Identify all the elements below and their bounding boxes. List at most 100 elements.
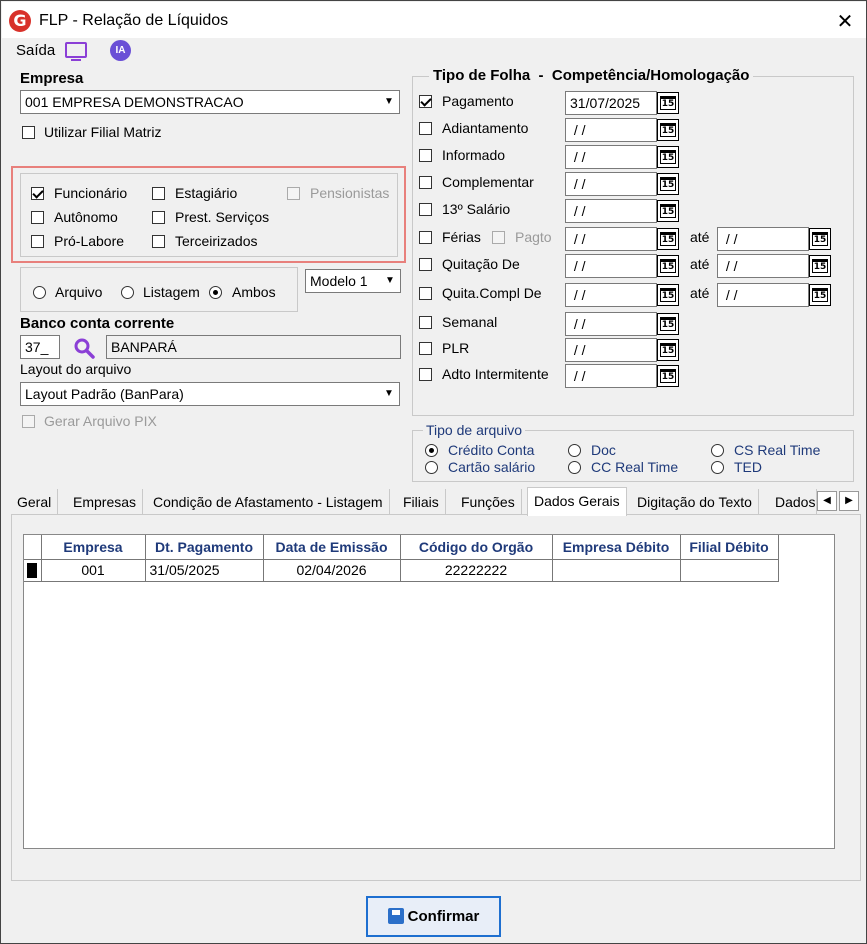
calendar-icon[interactable]: 15 bbox=[657, 339, 679, 361]
arquivo-radio[interactable] bbox=[33, 286, 46, 299]
folha-checkbox[interactable] bbox=[419, 316, 432, 329]
confirmar-button[interactable]: Confirmar bbox=[366, 896, 501, 937]
saida-label[interactable]: Saída bbox=[16, 42, 55, 59]
calendar-icon[interactable]: 15 bbox=[657, 92, 679, 114]
folha-checkbox[interactable] bbox=[419, 287, 432, 300]
tab-dados[interactable]: Dados bbox=[769, 489, 817, 515]
close-button[interactable]: ✕ bbox=[832, 8, 858, 34]
cell-filial-debito[interactable] bbox=[680, 559, 779, 582]
cs-real-time-radio[interactable] bbox=[711, 444, 724, 457]
cell-empresa[interactable]: 001 bbox=[41, 559, 146, 582]
cell-codigo-orgao[interactable]: 22222222 bbox=[400, 559, 553, 582]
cc-real-time-radio[interactable] bbox=[568, 461, 581, 474]
calendar-icon[interactable]: 15 bbox=[809, 284, 831, 306]
calendar-day: 15 bbox=[660, 177, 676, 191]
calendar-icon[interactable]: 15 bbox=[657, 313, 679, 335]
prest-servicos-checkbox[interactable] bbox=[152, 211, 165, 224]
folha-date-input[interactable]: / / bbox=[565, 145, 657, 169]
cartao-salario-radio[interactable] bbox=[425, 461, 438, 474]
folha-checkbox[interactable] bbox=[419, 95, 432, 108]
tab-empresas[interactable]: Empresas bbox=[67, 489, 144, 515]
calendar-icon[interactable]: 15 bbox=[657, 255, 679, 277]
search-icon[interactable] bbox=[73, 337, 95, 359]
col-empresa-debito[interactable]: Empresa Débito bbox=[552, 535, 681, 560]
autonomo-checkbox[interactable] bbox=[31, 211, 44, 224]
pagto-checkbox[interactable] bbox=[492, 231, 505, 244]
tab-filiais[interactable]: Filiais bbox=[397, 489, 446, 515]
folha-checkbox[interactable] bbox=[419, 122, 432, 135]
terceirizados-checkbox[interactable] bbox=[152, 235, 165, 248]
calendar-day: 15 bbox=[660, 259, 676, 273]
layout-select[interactable]: Layout Padrão (BanPara) ▼ bbox=[20, 382, 400, 406]
folha-date-input[interactable]: / / bbox=[565, 254, 657, 278]
modelo-select[interactable]: Modelo 1 ▼ bbox=[305, 269, 401, 293]
folha-date-input[interactable]: / / bbox=[565, 283, 657, 307]
listagem-label: Listagem bbox=[143, 284, 200, 300]
folha-date-input[interactable]: / / bbox=[565, 227, 657, 251]
folha-date-input[interactable]: 31/07/2025 bbox=[565, 91, 657, 115]
tab-dados-gerais[interactable]: Dados Gerais bbox=[527, 487, 627, 516]
calendar-icon[interactable]: 15 bbox=[657, 284, 679, 306]
folha-checkbox[interactable] bbox=[419, 149, 432, 162]
folha-date-input[interactable]: / / bbox=[565, 118, 657, 142]
row-indicator-header bbox=[24, 535, 42, 560]
calendar-icon[interactable]: 15 bbox=[657, 119, 679, 141]
chevron-down-icon[interactable]: ▼ bbox=[379, 91, 399, 113]
tab-geral[interactable]: Geral bbox=[11, 489, 59, 515]
folha-checkbox[interactable] bbox=[419, 203, 432, 216]
folha-checkbox[interactable] bbox=[419, 176, 432, 189]
col-dt-pagamento[interactable]: Dt. Pagamento bbox=[145, 535, 264, 560]
ate-label: até bbox=[690, 229, 710, 245]
folha-date-input[interactable]: / / bbox=[565, 312, 657, 336]
folha-date2-input[interactable]: / / bbox=[717, 227, 809, 251]
col-data-emissao[interactable]: Data de Emissão bbox=[263, 535, 401, 560]
col-codigo-orgao[interactable]: Código do Orgão bbox=[400, 535, 553, 560]
table-row[interactable]: 001 31/05/2025 02/04/2026 22222222 bbox=[24, 559, 779, 582]
folha-checkbox[interactable] bbox=[419, 368, 432, 381]
calendar-icon[interactable]: 15 bbox=[809, 228, 831, 250]
calendar-icon[interactable]: 15 bbox=[657, 200, 679, 222]
tab-digitacao-texto[interactable]: Digitação do Texto bbox=[631, 489, 759, 515]
chevron-down-icon[interactable]: ▼ bbox=[379, 383, 399, 405]
tab-funcoes[interactable]: Funções bbox=[455, 489, 522, 515]
tab-condicao-afastamento[interactable]: Condição de Afastamento - Listagem bbox=[147, 489, 390, 515]
cell-empresa-debito[interactable] bbox=[552, 559, 681, 582]
calendar-icon[interactable]: 15 bbox=[657, 146, 679, 168]
ambos-radio[interactable] bbox=[209, 286, 222, 299]
doc-radio[interactable] bbox=[568, 444, 581, 457]
chevron-down-icon[interactable]: ▼ bbox=[380, 270, 400, 292]
filial-matriz-checkbox[interactable] bbox=[22, 126, 35, 139]
monitor-icon[interactable] bbox=[65, 42, 87, 58]
pensionistas-checkbox[interactable] bbox=[287, 187, 300, 200]
cell-dt-pagamento[interactable]: 31/05/2025 bbox=[145, 559, 264, 582]
folha-date2-input[interactable]: / / bbox=[717, 254, 809, 278]
tab-scroll-right-icon[interactable]: ▶ bbox=[839, 491, 859, 511]
gerar-pix-checkbox[interactable] bbox=[22, 415, 35, 428]
ia-button[interactable]: IA bbox=[110, 40, 131, 61]
folha-date2-input[interactable]: / / bbox=[717, 283, 809, 307]
folha-date-input[interactable]: / / bbox=[565, 172, 657, 196]
calendar-icon[interactable]: 15 bbox=[809, 255, 831, 277]
listagem-radio[interactable] bbox=[121, 286, 134, 299]
empresa-select[interactable]: 001 EMPRESA DEMONSTRACAO ▼ bbox=[20, 90, 400, 114]
credito-conta-radio[interactable] bbox=[425, 444, 438, 457]
folha-checkbox[interactable] bbox=[419, 342, 432, 355]
calendar-icon[interactable]: 15 bbox=[657, 173, 679, 195]
funcionario-checkbox[interactable] bbox=[31, 187, 44, 200]
folha-checkbox[interactable] bbox=[419, 231, 432, 244]
ted-radio[interactable] bbox=[711, 461, 724, 474]
estagiario-checkbox[interactable] bbox=[152, 187, 165, 200]
col-empresa[interactable]: Empresa bbox=[41, 535, 146, 560]
cell-data-emissao[interactable]: 02/04/2026 bbox=[263, 559, 401, 582]
folha-checkbox[interactable] bbox=[419, 258, 432, 271]
calendar-icon[interactable]: 15 bbox=[657, 228, 679, 250]
folha-date-input[interactable]: / / bbox=[565, 199, 657, 223]
tab-scroll-left-icon[interactable]: ◀ bbox=[817, 491, 837, 511]
calendar-icon[interactable]: 15 bbox=[657, 365, 679, 387]
folha-label: Complementar bbox=[442, 174, 534, 190]
folha-date-input[interactable]: / / bbox=[565, 364, 657, 388]
folha-date-input[interactable]: / / bbox=[565, 338, 657, 362]
pro-labore-checkbox[interactable] bbox=[31, 235, 44, 248]
banco-code-input[interactable]: 37_ bbox=[20, 335, 60, 359]
col-filial-debito[interactable]: Filial Débito bbox=[680, 535, 779, 560]
